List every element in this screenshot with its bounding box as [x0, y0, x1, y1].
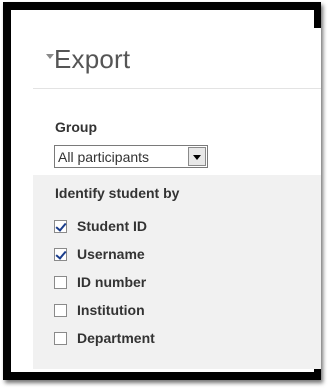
institution-checkbox[interactable] [54, 304, 67, 317]
option-label: Department [77, 330, 155, 346]
option-label: ID number [77, 274, 147, 290]
identify-student-field: Identify student by Student ID Username … [33, 175, 321, 369]
option-label: Username [77, 246, 145, 262]
id-number-checkbox[interactable] [54, 276, 67, 289]
option-label: Institution [77, 302, 145, 318]
frame-inner: Export Group All participants Identify s… [11, 10, 321, 372]
export-section-header[interactable]: Export [33, 28, 321, 89]
group-select-value: All participants [58, 149, 150, 165]
collapse-caret-icon[interactable] [46, 54, 54, 59]
dropdown-arrow-icon[interactable] [188, 147, 206, 166]
export-panel: Export Group All participants Identify s… [33, 28, 321, 369]
identify-student-label: Identify student by [55, 185, 180, 201]
option-label: Student ID [77, 218, 147, 234]
group-label: Group [55, 119, 97, 135]
department-checkbox[interactable] [54, 332, 67, 345]
group-field: Group All participants [33, 89, 321, 175]
username-checkbox[interactable] [54, 248, 67, 261]
screenshot-frame: Export Group All participants Identify s… [3, 2, 321, 380]
export-section-title[interactable]: Export [54, 44, 130, 75]
group-select[interactable]: All participants [54, 145, 208, 168]
student-id-checkbox[interactable] [54, 220, 67, 233]
